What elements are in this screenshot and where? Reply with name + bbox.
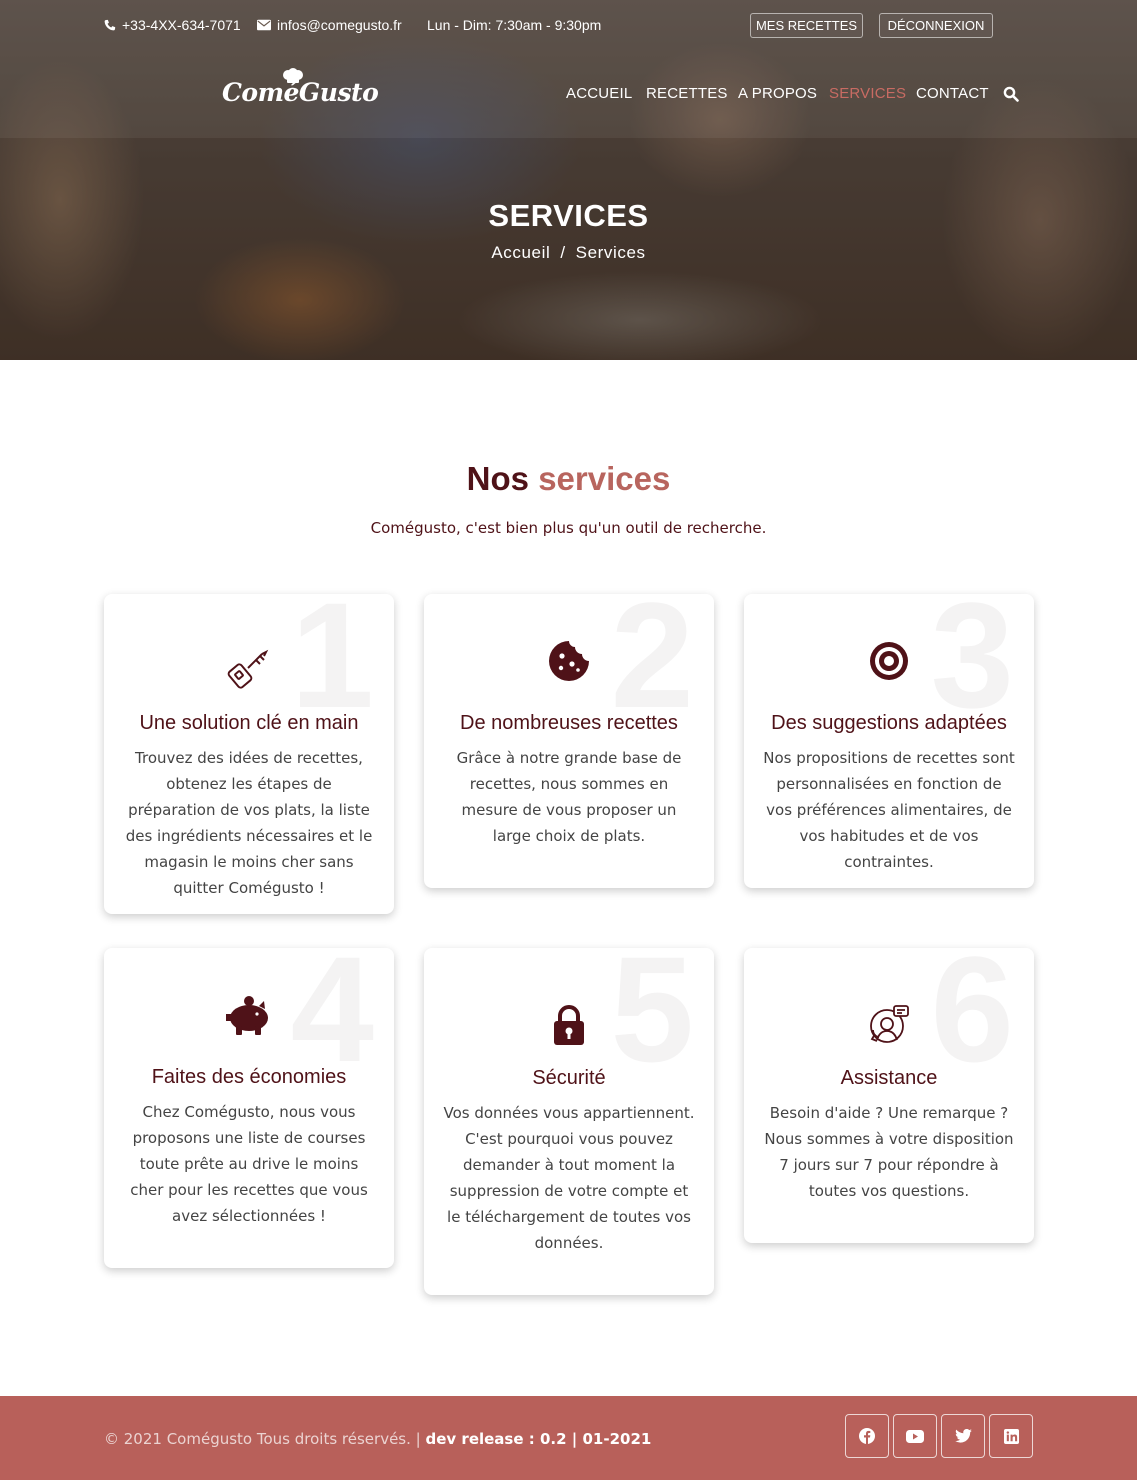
card-text: Vos données vous appartiennent. C'est po… — [443, 1104, 695, 1252]
card-text: Trouvez des idées de recettes, obtenez l… — [125, 749, 373, 897]
hero-banner: +33-4XX-634-7071 infos@comegusto.fr Lun … — [0, 0, 1137, 360]
hours-text: Lun - Dim: 7:30am - 9:30pm — [427, 17, 602, 33]
card-text: Chez Comégusto, nous vous proposons une … — [130, 1103, 368, 1225]
envelope-icon — [257, 19, 271, 31]
my-recipes-label: MES RECETTES — [755, 18, 858, 33]
linkedin-button[interactable] — [989, 1414, 1033, 1458]
card-title: De nombreuses recettes — [460, 712, 678, 734]
service-card-6: 6 Assistance Besoin d'aide ? Une remarqu… — [744, 948, 1034, 1243]
logout-label: DÉCONNEXION — [887, 18, 985, 33]
piggy-bank-icon — [226, 996, 268, 1035]
card-text: Grâce à notre grande base de recettes, n… — [456, 749, 682, 845]
twitter-button[interactable] — [941, 1414, 985, 1458]
service-card-5: 5 Sécurité Vos données vous appartiennen… — [424, 948, 714, 1295]
footer-copyright: © 2021 Comégusto Tous droits réservés. |… — [104, 1430, 651, 1448]
section-title-accent: services — [538, 460, 671, 497]
key-icon — [227, 649, 269, 689]
breadcrumb-current: Services — [575, 243, 646, 262]
lock-icon — [554, 1005, 584, 1045]
footer: © 2021 Comégusto Tous droits réservés. |… — [0, 1396, 1137, 1480]
email-address[interactable]: infos@comegusto.fr — [277, 17, 402, 33]
breadcrumb-home[interactable]: Accueil — [491, 243, 550, 262]
nav-a-propos[interactable]: A PROPOS — [738, 85, 817, 102]
card-title: Des suggestions adaptées — [771, 712, 1007, 734]
youtube-icon — [906, 1429, 924, 1443]
phone-number: +33-4XX-634-7071 — [122, 17, 241, 33]
nav-services[interactable]: SERVICES — [829, 85, 906, 102]
twitter-icon — [954, 1429, 972, 1443]
logout-button[interactable]: DÉCONNEXION — [879, 13, 993, 38]
nav-recettes[interactable]: RECETTES — [646, 85, 728, 102]
release-text: dev release : 0.2 | 01-2021 — [425, 1430, 652, 1448]
service-card-2: 2 De nombreuses recettes Grâce à notre g… — [424, 594, 714, 888]
facebook-icon — [859, 1428, 875, 1444]
opening-hours: Lun - Dim: 7:30am - 9:30pm — [427, 17, 601, 33]
card-title: Faites des économies — [151, 1066, 347, 1088]
section-title-main: Nos — [466, 460, 530, 497]
service-card-3: 3 Des suggestions adaptées Nos propositi… — [744, 594, 1034, 888]
target-icon — [870, 642, 908, 680]
search-icon[interactable] — [1003, 86, 1019, 102]
phone-contact: +33-4XX-634-7071 — [103, 17, 241, 33]
copyright-text: © 2021 Comégusto Tous droits réservés. — [104, 1430, 411, 1448]
nav-accueil[interactable]: ACCUEIL — [566, 85, 632, 102]
service-card-4: 4 Faites des économies Chez Comégusto, n… — [104, 948, 394, 1268]
top-bar: +33-4XX-634-7071 infos@comegusto.fr Lun … — [0, 0, 1137, 52]
breadcrumb: Accueil / Services — [0, 243, 1137, 263]
nav-contact[interactable]: CONTACT — [916, 85, 989, 102]
main-nav: ACCUEIL RECETTES A PROPOS SERVICES CONTA… — [0, 85, 1137, 105]
phone-icon — [104, 19, 116, 30]
email-contact[interactable]: infos@comegusto.fr — [257, 17, 402, 33]
card-text: Besoin d'aide ? Une remarque ? Nous somm… — [764, 1104, 1014, 1200]
support-icon — [870, 1005, 909, 1043]
card-text: Nos propositions de recettes sont person… — [763, 749, 1015, 871]
linkedin-icon — [1003, 1428, 1019, 1444]
card-title: Assistance — [840, 1067, 938, 1089]
page-title: SERVICES — [488, 198, 649, 233]
card-title: Une solution clé en main — [139, 712, 359, 734]
my-recipes-button[interactable]: MES RECETTES — [750, 13, 863, 38]
footer-divider: | — [415, 1430, 421, 1448]
card-title: Sécurité — [532, 1067, 606, 1089]
section-subtitle: Comégusto, c'est bien plus qu'un outil d… — [370, 519, 767, 537]
breadcrumb-separator: / — [560, 243, 566, 262]
facebook-button[interactable] — [845, 1414, 889, 1458]
section-title: Nos services — [0, 460, 1137, 498]
youtube-button[interactable] — [893, 1414, 937, 1458]
service-card-1: 1 Une solution clé en main Trouvez des i… — [104, 594, 394, 914]
cookie-icon — [549, 641, 589, 681]
